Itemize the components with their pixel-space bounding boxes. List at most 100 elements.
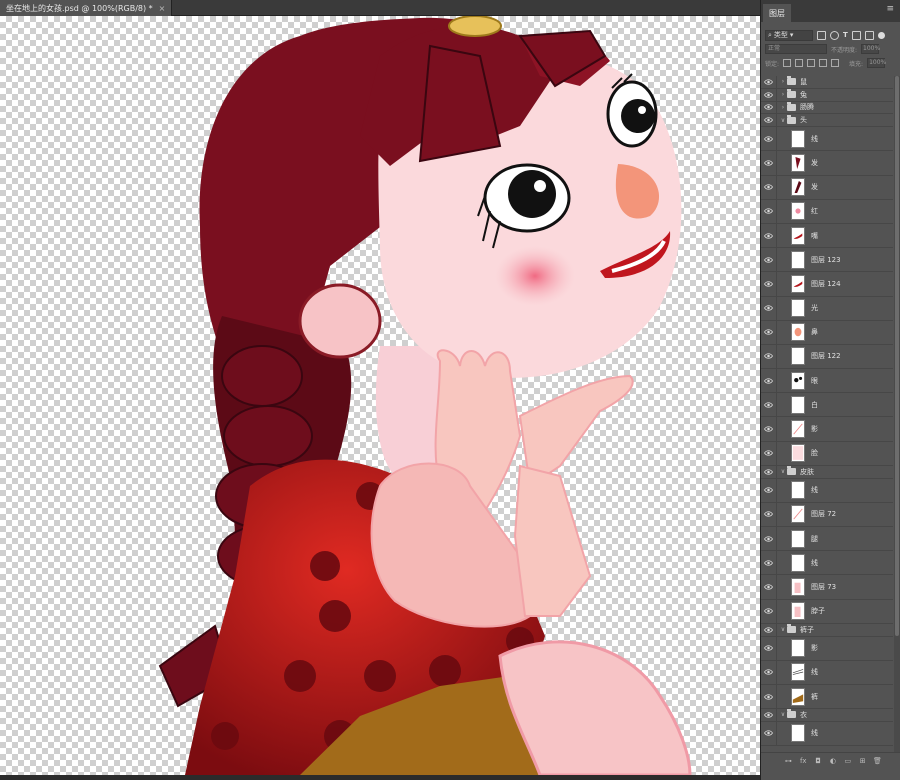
lock-position-icon[interactable]: [807, 59, 816, 67]
layer-thumbnail[interactable]: [791, 323, 805, 342]
visibility-eye-icon[interactable]: [761, 465, 777, 478]
visibility-eye-icon[interactable]: [761, 175, 777, 199]
visibility-eye-icon[interactable]: [761, 199, 777, 223]
layer-row[interactable]: 鼻: [761, 320, 893, 345]
layer-row[interactable]: 线: [761, 127, 893, 152]
filter-pixel-icon[interactable]: [817, 30, 826, 40]
chevron-right-icon[interactable]: ›: [779, 104, 787, 111]
document-tab[interactable]: 坐在地上的女孩.psd @ 100%(RGB/8) * ×: [0, 0, 173, 16]
visibility-eye-icon[interactable]: [761, 369, 777, 393]
layer-thumbnail[interactable]: [791, 226, 805, 245]
visibility-eye-icon[interactable]: [761, 575, 777, 599]
lock-all-icon[interactable]: [831, 59, 840, 67]
visibility-eye-icon[interactable]: [761, 393, 777, 417]
visibility-eye-icon[interactable]: [761, 636, 777, 660]
layer-row[interactable]: 线: [761, 660, 893, 685]
layer-thumbnail[interactable]: [791, 639, 805, 658]
layer-thumbnail[interactable]: [791, 395, 805, 414]
visibility-eye-icon[interactable]: [761, 709, 777, 721]
layers-scrollbar[interactable]: [894, 76, 900, 752]
visibility-eye-icon[interactable]: [761, 151, 777, 175]
fx-icon[interactable]: fx: [798, 756, 808, 766]
visibility-eye-icon[interactable]: [761, 320, 777, 344]
layer-group-row[interactable]: › 鼠: [761, 76, 893, 89]
layer-row[interactable]: 图层 123: [761, 248, 893, 273]
layer-row[interactable]: 脖子: [761, 599, 893, 624]
panel-menu-icon[interactable]: ≡: [886, 4, 894, 14]
visibility-eye-icon[interactable]: [761, 599, 777, 623]
filter-type-select[interactable]: ⌕ 类型 ▾: [765, 29, 813, 41]
layer-group-row[interactable]: ∨ 衣: [761, 709, 893, 722]
mask-icon[interactable]: ◘: [813, 756, 823, 766]
blend-mode-select[interactable]: 正常: [765, 44, 827, 54]
layer-thumbnail[interactable]: [791, 529, 805, 548]
layer-thumbnail[interactable]: [791, 724, 805, 743]
layer-row[interactable]: 图层 122: [761, 344, 893, 370]
layer-group-row[interactable]: › 肠腾: [761, 101, 893, 115]
layer-thumbnail[interactable]: [791, 505, 805, 524]
layer-thumbnail[interactable]: [791, 274, 805, 293]
adjustment-icon[interactable]: ◐: [828, 756, 838, 766]
trash-icon[interactable]: 🗑: [872, 756, 882, 766]
layer-row[interactable]: 眼: [761, 369, 893, 394]
chevron-down-icon[interactable]: ∨: [779, 626, 787, 633]
layer-row[interactable]: 脸: [761, 441, 893, 466]
layer-row[interactable]: 白: [761, 393, 893, 418]
layer-row[interactable]: 发: [761, 151, 893, 176]
folder-icon[interactable]: ▭: [843, 756, 853, 766]
layer-row[interactable]: 光: [761, 296, 893, 321]
layer-thumbnail[interactable]: [791, 250, 805, 269]
layer-row[interactable]: 图层 73: [761, 575, 893, 600]
layer-group-row[interactable]: ∨ 皮肤: [761, 465, 893, 479]
layer-group-row[interactable]: › 兔: [761, 88, 893, 102]
visibility-eye-icon[interactable]: [761, 88, 777, 101]
scrollbar-thumb[interactable]: [895, 76, 899, 636]
visibility-eye-icon[interactable]: [761, 660, 777, 684]
layer-row[interactable]: 线: [761, 551, 893, 576]
opacity-input[interactable]: 100%: [861, 44, 880, 54]
layer-thumbnail[interactable]: [791, 481, 805, 500]
lock-artboard-icon[interactable]: [819, 59, 828, 67]
layer-thumbnail[interactable]: [791, 663, 805, 682]
layer-group-row[interactable]: ∨ 头: [761, 114, 893, 128]
visibility-eye-icon[interactable]: [761, 721, 777, 746]
layer-thumbnail[interactable]: [791, 444, 805, 463]
layer-thumbnail[interactable]: [791, 687, 805, 706]
filter-text-icon[interactable]: T: [843, 31, 848, 39]
visibility-eye-icon[interactable]: [761, 684, 777, 709]
layer-thumbnail[interactable]: [791, 178, 805, 197]
chevron-down-icon[interactable]: ∨: [779, 117, 787, 124]
lock-pixels-icon[interactable]: [795, 59, 804, 67]
layer-thumbnail[interactable]: [791, 602, 805, 621]
layer-row[interactable]: 腿: [761, 526, 893, 552]
visibility-eye-icon[interactable]: [761, 114, 777, 127]
filter-adjustment-icon[interactable]: [830, 30, 839, 40]
layer-thumbnail[interactable]: [791, 347, 805, 366]
fill-input[interactable]: 100%: [867, 58, 886, 68]
visibility-eye-icon[interactable]: [761, 478, 777, 502]
chevron-down-icon[interactable]: ∨: [779, 711, 787, 718]
layer-thumbnail[interactable]: [791, 153, 805, 172]
layer-row[interactable]: 影: [761, 636, 893, 661]
filter-shape-icon[interactable]: [851, 30, 861, 40]
close-tab-icon[interactable]: ×: [159, 4, 166, 13]
visibility-eye-icon[interactable]: [761, 623, 777, 636]
new-layer-icon[interactable]: ⊞: [858, 756, 868, 766]
layer-group-row[interactable]: ∨ 裤子: [761, 623, 893, 637]
layer-row[interactable]: 红: [761, 199, 893, 224]
layer-row[interactable]: 影: [761, 417, 893, 442]
visibility-eye-icon[interactable]: [761, 272, 777, 296]
layer-thumbnail[interactable]: [791, 420, 805, 439]
visibility-eye-icon[interactable]: [761, 551, 777, 575]
layer-row[interactable]: 图层 124: [761, 272, 893, 297]
visibility-eye-icon[interactable]: [761, 502, 777, 526]
link-icon[interactable]: ⊶: [783, 756, 793, 766]
layer-thumbnail[interactable]: [791, 202, 805, 221]
layer-thumbnail[interactable]: [791, 129, 805, 148]
visibility-eye-icon[interactable]: [761, 223, 777, 248]
layer-thumbnail[interactable]: [791, 371, 805, 390]
visibility-eye-icon[interactable]: [761, 344, 777, 369]
visibility-eye-icon[interactable]: [761, 296, 777, 320]
visibility-eye-icon[interactable]: [761, 127, 777, 151]
layer-row[interactable]: 图层 72: [761, 502, 893, 527]
